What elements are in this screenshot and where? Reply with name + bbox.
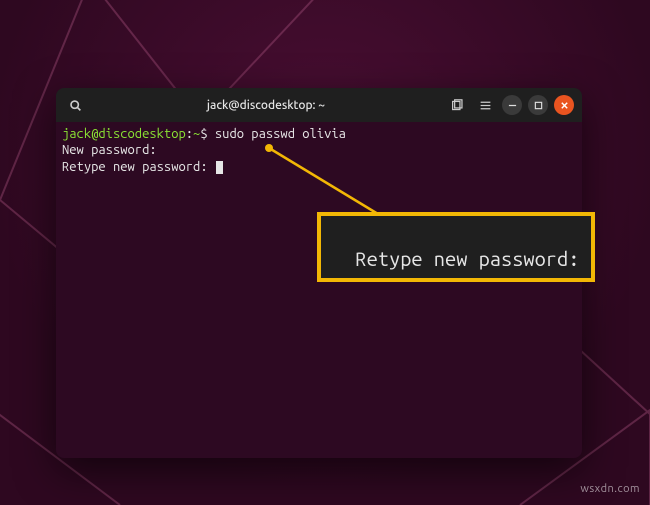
prompt-dollar: $ <box>200 127 207 141</box>
watermark: wsxdn.com <box>580 483 640 495</box>
new-tab-icon[interactable] <box>446 94 468 116</box>
titlebar: jack@discodesktop: ~ <box>56 88 582 122</box>
close-button[interactable] <box>554 95 574 115</box>
command-text: sudo passwd olivia <box>215 127 346 141</box>
line3-text: Retype new password: <box>62 160 208 174</box>
callout-box: Retype new password: <box>317 212 595 282</box>
terminal-body[interactable]: jack@discodesktop:~$ sudo passwd olivia … <box>56 122 582 458</box>
hamburger-menu-icon[interactable] <box>474 94 496 116</box>
terminal-line-2: New password: <box>62 142 576 158</box>
terminal-line-3: Retype new password: <box>62 159 576 175</box>
terminal-line-1: jack@discodesktop:~$ sudo passwd olivia <box>62 126 576 142</box>
cursor-icon <box>216 161 223 174</box>
minimize-button[interactable] <box>502 95 522 115</box>
search-icon[interactable] <box>64 94 86 116</box>
prompt-user: jack@discodesktop <box>62 127 186 141</box>
callout-text: Retype new password: <box>355 247 579 270</box>
prompt-sep: : <box>186 127 193 141</box>
window-title: jack@discodesktop: ~ <box>92 99 440 112</box>
maximize-button[interactable] <box>528 95 548 115</box>
